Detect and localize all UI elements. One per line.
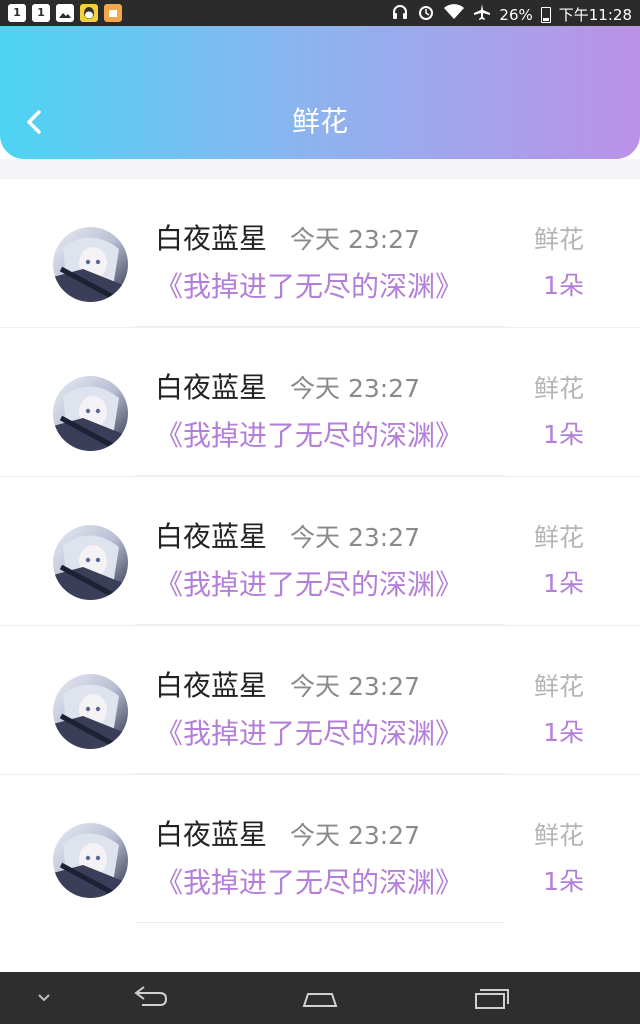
avatar[interactable]	[53, 525, 128, 600]
gallery-icon	[56, 4, 74, 22]
sent-time: 今天 23:27	[290, 672, 420, 701]
header: 鲜花	[0, 26, 640, 159]
status-indicators: 26% 下午11:28	[391, 3, 632, 26]
sender-name: 白夜蓝星	[155, 818, 268, 851]
alarm-icon	[417, 3, 435, 26]
book-title[interactable]: 《我掉进了无尽的深渊》	[155, 865, 463, 901]
gift-count: 1朵	[543, 718, 584, 747]
avatar[interactable]	[53, 674, 128, 749]
notification-icons: 1 1	[8, 4, 122, 22]
app-icon	[104, 4, 122, 22]
clock-time: 下午11:28	[558, 6, 632, 24]
book-title[interactable]: 《我掉进了无尽的深渊》	[155, 269, 463, 305]
headphones-icon	[391, 3, 409, 26]
battery-percent: 26%	[499, 5, 533, 24]
hide-keyboard-button[interactable]	[14, 982, 74, 1014]
list-item[interactable]: 白夜蓝星 今天 23:27 《我掉进了无尽的深渊》 鲜花 1朵	[0, 774, 640, 923]
gift-count: 1朵	[543, 420, 584, 449]
list-item[interactable]: 白夜蓝星 今天 23:27 《我掉进了无尽的深渊》 鲜花 1朵	[0, 327, 640, 476]
sender-name: 白夜蓝星	[155, 222, 268, 255]
status-bar: 1 1 26% 下午11:28	[0, 0, 640, 26]
avatar[interactable]	[53, 227, 128, 302]
chevron-down-icon	[38, 994, 50, 1002]
battery-icon	[540, 6, 551, 23]
gift-type: 鲜花	[533, 225, 584, 254]
sent-time: 今天 23:27	[290, 523, 420, 552]
gift-count: 1朵	[543, 569, 584, 598]
list-item[interactable]: 白夜蓝星 今天 23:27 《我掉进了无尽的深渊》 鲜花 1朵	[0, 625, 640, 774]
home-nav-button[interactable]	[290, 982, 350, 1014]
airplane-mode-icon	[473, 3, 491, 26]
qq-icon	[80, 4, 98, 22]
header-spacer	[0, 159, 640, 178]
sent-time: 今天 23:27	[290, 374, 420, 403]
gift-type: 鲜花	[533, 821, 584, 850]
sender-name: 白夜蓝星	[155, 371, 268, 404]
back-icon	[134, 986, 168, 1006]
recents-nav-button[interactable]	[462, 982, 522, 1014]
screen: 1 1 26% 下午11:28 鲜花 白夜蓝星 今天 23:27 《我掉进了无尽…	[0, 0, 640, 1024]
avatar[interactable]	[53, 823, 128, 898]
sent-time: 今天 23:27	[290, 225, 420, 254]
home-icon	[302, 993, 338, 1007]
app-1-icon: 1	[8, 4, 26, 22]
recents-icon	[475, 989, 509, 1009]
flower-record-list: 白夜蓝星 今天 23:27 《我掉进了无尽的深渊》 鲜花 1朵 白夜蓝星 今天 23:27 《…	[0, 178, 640, 923]
gift-type: 鲜花	[533, 672, 584, 701]
gift-type: 鲜花	[533, 523, 584, 552]
sender-name: 白夜蓝星	[155, 669, 268, 702]
sent-time: 今天 23:27	[290, 821, 420, 850]
book-title[interactable]: 《我掉进了无尽的深渊》	[155, 716, 463, 752]
gift-count: 1朵	[543, 867, 584, 896]
book-title[interactable]: 《我掉进了无尽的深渊》	[155, 567, 463, 603]
back-nav-button[interactable]	[118, 982, 178, 1014]
page-title: 鲜花	[291, 105, 348, 138]
gift-type: 鲜花	[533, 374, 584, 403]
book-title[interactable]: 《我掉进了无尽的深渊》	[155, 418, 463, 454]
avatar[interactable]	[53, 376, 128, 451]
list-item[interactable]: 白夜蓝星 今天 23:27 《我掉进了无尽的深渊》 鲜花 1朵	[0, 178, 640, 327]
navigation-bar	[0, 972, 640, 1024]
list-item[interactable]: 白夜蓝星 今天 23:27 《我掉进了无尽的深渊》 鲜花 1朵	[0, 476, 640, 625]
app-1b-icon: 1	[32, 4, 50, 22]
sender-name: 白夜蓝星	[155, 520, 268, 553]
wifi-icon	[443, 3, 465, 26]
row-divider	[135, 922, 505, 923]
gift-count: 1朵	[543, 271, 584, 300]
